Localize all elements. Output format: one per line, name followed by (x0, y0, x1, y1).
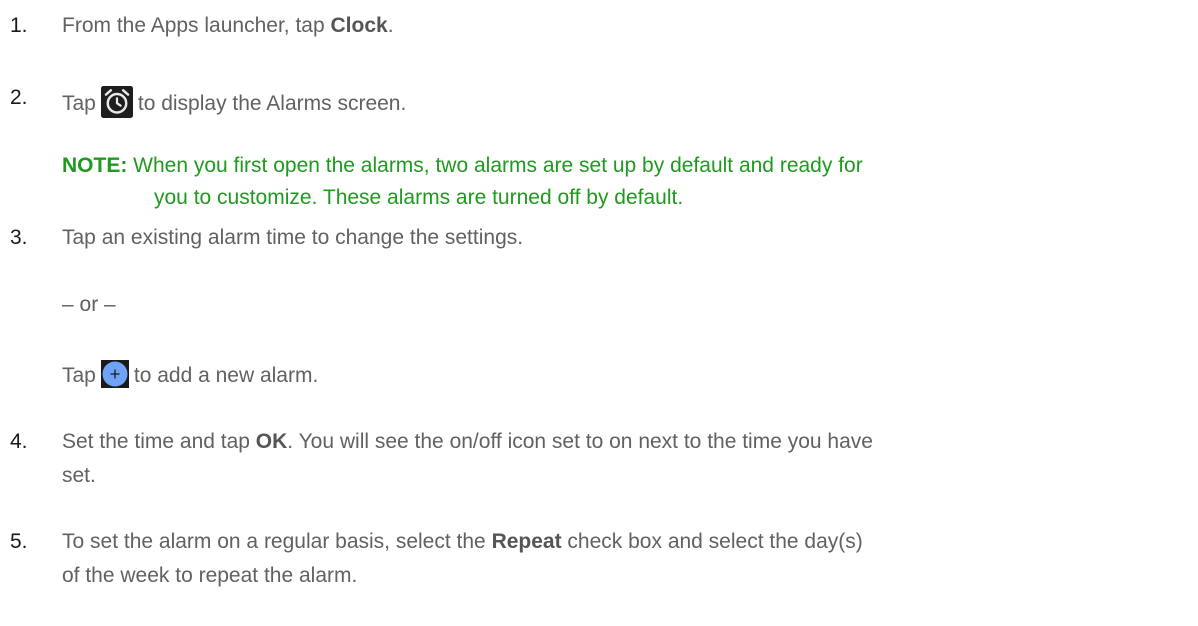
note-text-1: When you first open the alarms, two alar… (127, 154, 863, 177)
step-text: Tap an existing alarm time to change the… (62, 226, 524, 249)
step-text-post: . You will see the on/off icon set to on… (287, 430, 873, 453)
step-text: From the Apps launcher, tap Clock. (62, 14, 394, 38)
step-text: Tap to display the Alarms screen. (62, 86, 406, 118)
add-plus-icon (100, 360, 129, 388)
step-text-pre: Tap (62, 92, 96, 115)
step-text-post: to add a new alarm. (133, 364, 319, 387)
step-text: Tap to add a new alarm. (62, 360, 318, 388)
step-text-pre: Set the time and tap (62, 430, 256, 453)
alarm-clock-icon (100, 86, 133, 118)
step-number: 1. (10, 14, 28, 37)
note-block: NOTE: When you first open the alarms, tw… (62, 150, 863, 214)
step-number: 4. (10, 430, 28, 453)
step-number: 2. (10, 86, 28, 109)
step-bold-term: Clock (330, 14, 388, 37)
note-text-2: you to customize. These alarms are turne… (154, 186, 684, 209)
step-text: Set the time and tap OK. You will see th… (62, 430, 873, 454)
step-number: 3. (10, 226, 28, 249)
note-line-1: NOTE: When you first open the alarms, tw… (62, 150, 863, 182)
step-text-post: . (387, 14, 394, 37)
step-text-pre: Tap (62, 364, 96, 387)
step-text-post: check box and select the day(s) (561, 530, 863, 553)
step-text-line-2: set. (62, 464, 96, 487)
step-text-post: to display the Alarms screen. (137, 92, 407, 115)
or-separator: – or – (62, 293, 116, 316)
step-text-pre: To set the alarm on a regular basis, sel… (62, 530, 492, 553)
step-text: To set the alarm on a regular basis, sel… (62, 530, 863, 554)
document-page: 1. From the Apps launcher, tap Clock. 2.… (0, 0, 1198, 626)
note-label: NOTE: (62, 154, 128, 177)
step-bold-term: OK (255, 430, 288, 453)
step-text-line-2: of the week to repeat the alarm. (62, 564, 358, 587)
step-bold-term: Repeat (491, 530, 562, 553)
step-number: 5. (10, 530, 28, 553)
step-text-pre: From the Apps launcher, tap (62, 14, 331, 37)
